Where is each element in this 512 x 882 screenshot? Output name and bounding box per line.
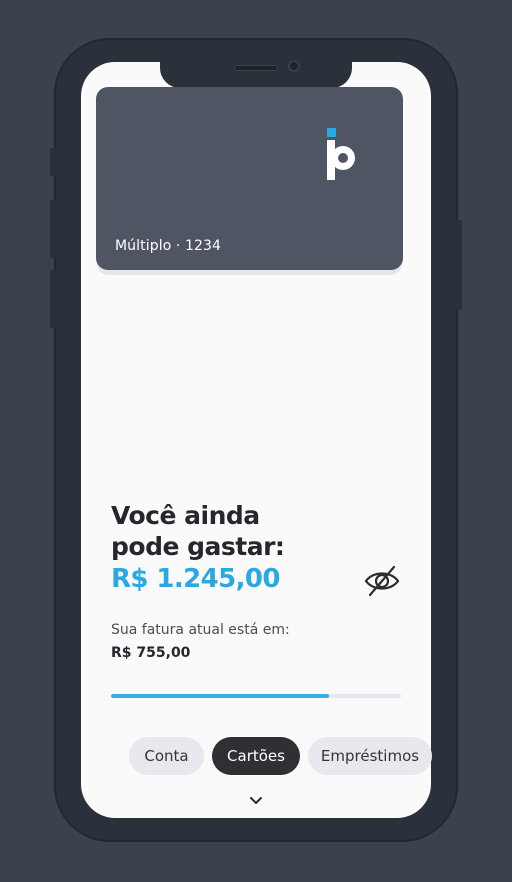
tab-emprestimos[interactable]: Empréstimos [308,737,432,775]
section-tabs: Conta Cartões Empréstimos [129,737,432,775]
tab-conta[interactable]: Conta [129,737,204,775]
credit-card[interactable]: Múltiplo · 1234 [96,87,403,270]
phone-volume-down [50,270,56,328]
available-amount: R$ 1.245,00 [111,564,280,594]
eye-off-icon[interactable] [363,563,401,599]
available-heading: Você ainda pode gastar: [111,501,285,561]
phone-camera [288,60,300,72]
phone-mute-switch [50,148,56,176]
invoice-progress-bar [111,694,401,698]
invoice-value: R$ 755,00 [111,645,191,661]
invoice-label: Sua fatura atual está em: [111,622,290,638]
phone-speaker [234,65,278,71]
brand-p-logo-icon [327,128,355,180]
tab-cartoes[interactable]: Cartões [212,737,300,775]
invoice-progress-fill [111,694,329,698]
phone-volume-up [50,200,56,258]
phone-power-button [456,220,462,310]
chevron-down-icon[interactable] [248,795,264,807]
card-label: Múltiplo · 1234 [115,238,222,254]
